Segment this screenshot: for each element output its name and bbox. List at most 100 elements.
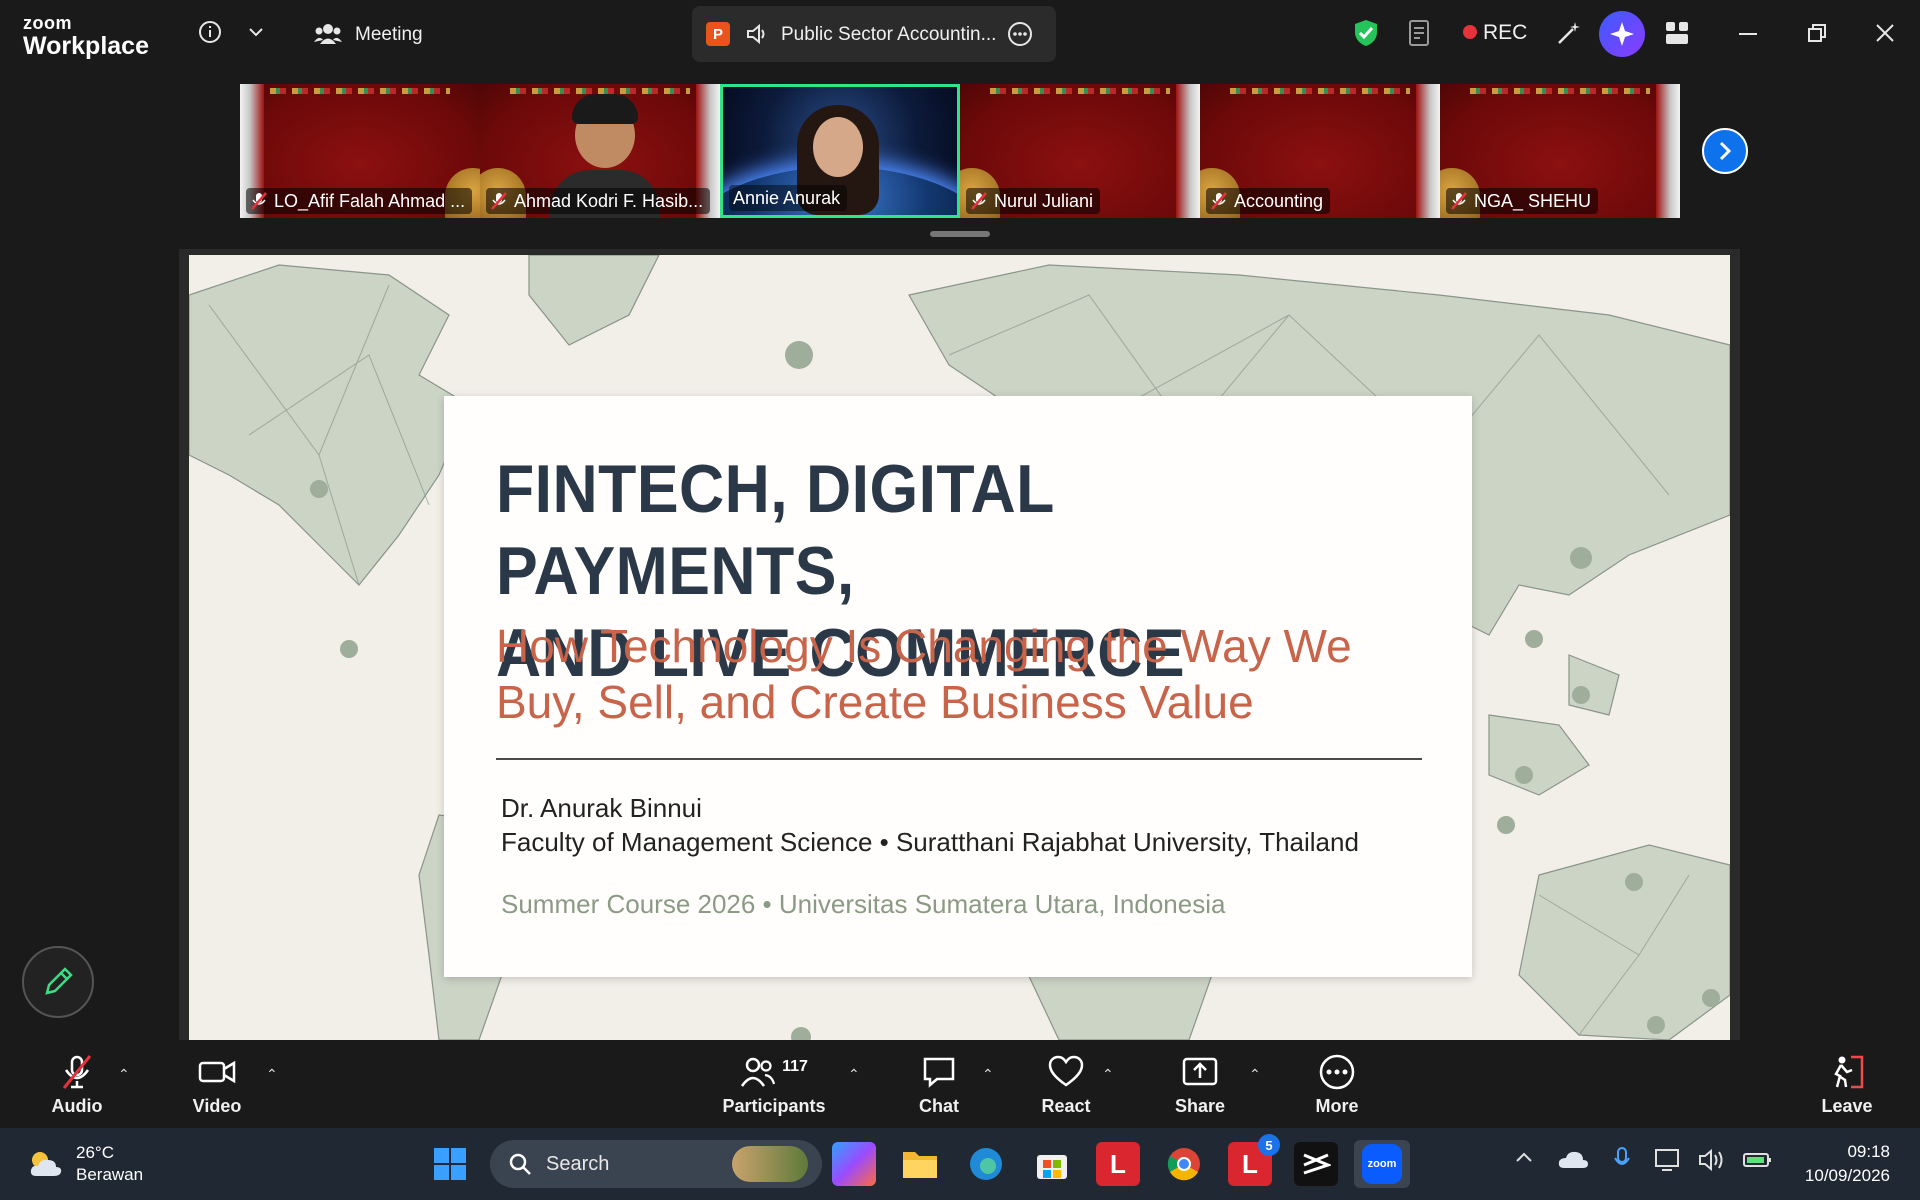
participant-face bbox=[813, 117, 863, 177]
notes-icon[interactable] bbox=[1405, 18, 1435, 48]
close-icon[interactable] bbox=[1872, 20, 1898, 46]
l-app-icon[interactable]: L bbox=[1096, 1142, 1140, 1186]
participants-options-caret-icon[interactable]: ⌃ bbox=[848, 1066, 860, 1083]
participant-name-tag: Accounting bbox=[1206, 188, 1331, 214]
shared-slide: FINTECH, DIGITAL PAYMENTS, AND LIVE COMM… bbox=[189, 255, 1730, 1040]
search-icon bbox=[509, 1153, 531, 1175]
l-app-2-icon[interactable]: L 5 bbox=[1228, 1134, 1280, 1186]
edge-browser-icon[interactable] bbox=[964, 1142, 1008, 1186]
react-label: React bbox=[1041, 1096, 1091, 1116]
share-button[interactable]: Share bbox=[1145, 1054, 1255, 1117]
react-button[interactable]: React bbox=[1011, 1054, 1121, 1117]
weather-widget[interactable]: 26°C Berawan bbox=[26, 1142, 143, 1186]
battery-icon[interactable] bbox=[1742, 1148, 1772, 1175]
slide-subtitle-line: Buy, Sell, and Create Business Value bbox=[496, 676, 1254, 728]
speaker-icon[interactable] bbox=[744, 22, 770, 46]
video-tile[interactable]: Accounting bbox=[1200, 84, 1440, 218]
network-icon[interactable] bbox=[1654, 1148, 1682, 1177]
apps-icon[interactable] bbox=[1662, 18, 1692, 48]
participant-name: LO_Afif Falah Ahmad ... bbox=[274, 190, 466, 211]
flag-bunting bbox=[1470, 88, 1650, 94]
more-button[interactable]: More bbox=[1282, 1054, 1392, 1117]
audio-options-caret-icon[interactable]: ⌃ bbox=[118, 1066, 130, 1083]
onedrive-icon[interactable] bbox=[1558, 1148, 1588, 1177]
chat-label: Chat bbox=[919, 1096, 959, 1116]
pencil-icon bbox=[45, 967, 73, 995]
author-name: Dr. Anurak Binnui bbox=[501, 793, 702, 823]
video-tile[interactable]: NGA_ SHEHU bbox=[1440, 84, 1680, 218]
clock-time: 09:18 bbox=[1847, 1142, 1890, 1161]
slide-subtitle-line: How Technology Is Changing the Way We bbox=[496, 620, 1352, 672]
chat-options-caret-icon[interactable]: ⌃ bbox=[982, 1066, 994, 1083]
mic-muted-icon bbox=[62, 1055, 92, 1089]
flag-bunting bbox=[270, 88, 450, 94]
windows-start-icon[interactable] bbox=[428, 1142, 472, 1186]
chevron-right-icon bbox=[1719, 141, 1732, 161]
participants-count: 117 bbox=[782, 1058, 808, 1075]
audio-button[interactable]: Audio bbox=[22, 1054, 132, 1117]
chrome-browser-icon[interactable] bbox=[1162, 1142, 1206, 1186]
share-title-tab[interactable]: P Public Sector Accountin... bbox=[692, 6, 1056, 62]
next-page-button[interactable] bbox=[1702, 128, 1748, 174]
participants-button[interactable]: 117 Participants bbox=[718, 1054, 830, 1117]
chevron-down-icon[interactable] bbox=[244, 20, 268, 44]
more-label: More bbox=[1315, 1096, 1359, 1116]
participant-name-tag: Annie Anurak bbox=[729, 185, 848, 211]
meeting-participants-icon[interactable] bbox=[313, 20, 343, 48]
system-clock[interactable]: 09:18 10/09/2026 bbox=[1805, 1140, 1890, 1188]
notification-badge: 5 bbox=[1258, 1134, 1280, 1156]
video-tile-active-speaker[interactable]: Annie Anurak bbox=[720, 84, 960, 218]
course-line: Summer Course 2026 • Universitas Sumater… bbox=[501, 889, 1226, 919]
chat-button[interactable]: Chat bbox=[884, 1054, 994, 1117]
slide-subtitle: How Technology Is Changing the Way We Bu… bbox=[496, 618, 1456, 730]
flag-bunting bbox=[1230, 88, 1410, 94]
participant-name: Ahmad Kodri F. Hasib... bbox=[514, 190, 704, 211]
share-options-caret-icon[interactable]: ⌃ bbox=[1249, 1066, 1261, 1083]
tray-overflow-chevron-icon[interactable] bbox=[1514, 1150, 1534, 1169]
video-tile[interactable]: Ahmad Kodri F. Hasib... bbox=[480, 84, 720, 218]
magic-wand-icon[interactable] bbox=[1554, 18, 1584, 48]
shield-check-icon[interactable] bbox=[1352, 18, 1380, 48]
info-icon[interactable] bbox=[196, 18, 224, 46]
os-taskbar: 26°C Berawan Search L L 5 zoom 09:18 10/… bbox=[0, 1128, 1920, 1200]
camera-icon bbox=[198, 1060, 236, 1084]
participant-name: Accounting bbox=[1234, 190, 1324, 211]
video-options-caret-icon[interactable]: ⌃ bbox=[266, 1066, 278, 1083]
zoom-taskbar-icon[interactable]: zoom bbox=[1354, 1140, 1410, 1188]
share-options-icon[interactable] bbox=[1006, 20, 1034, 48]
volume-icon[interactable] bbox=[1698, 1148, 1726, 1177]
curtain-decoration bbox=[1176, 84, 1200, 218]
file-explorer-icon[interactable] bbox=[898, 1142, 942, 1186]
microphone-tray-icon[interactable] bbox=[1612, 1146, 1632, 1179]
temperature: 26°C bbox=[76, 1143, 114, 1162]
meeting-label[interactable]: Meeting bbox=[355, 24, 423, 46]
react-options-caret-icon[interactable]: ⌃ bbox=[1102, 1066, 1114, 1083]
taskbar-search[interactable]: Search bbox=[490, 1140, 822, 1188]
people-icon bbox=[741, 1057, 776, 1087]
mic-muted-icon bbox=[970, 192, 988, 210]
rec-label[interactable]: REC bbox=[1483, 21, 1527, 45]
flag-bunting bbox=[990, 88, 1170, 94]
video-button[interactable]: Video bbox=[162, 1054, 272, 1117]
zoom-logo: zoom Workplace bbox=[23, 14, 149, 59]
participant-video-strip: LO_Afif Falah Ahmad ... Ahmad Kodri F. H… bbox=[240, 84, 1680, 218]
strip-resize-handle[interactable] bbox=[930, 231, 990, 237]
participant-name-tag: NGA_ SHEHU bbox=[1446, 188, 1599, 214]
powerpoint-icon: P bbox=[706, 22, 730, 46]
brand-small: zoom bbox=[23, 13, 72, 33]
leave-button[interactable]: Leave bbox=[1792, 1054, 1902, 1117]
minimize-icon[interactable] bbox=[1735, 22, 1761, 46]
title-bar: zoom Workplace Meeting P Public Sector A… bbox=[0, 0, 1920, 68]
microsoft-store-icon[interactable] bbox=[1030, 1142, 1074, 1186]
audio-label: Audio bbox=[51, 1096, 103, 1116]
video-tile[interactable]: LO_Afif Falah Ahmad ... bbox=[240, 84, 480, 218]
leave-door-icon bbox=[1834, 1055, 1864, 1089]
m365-copilot-icon[interactable] bbox=[832, 1142, 876, 1186]
capcut-icon[interactable] bbox=[1294, 1142, 1338, 1186]
zoom-app-logo: zoom bbox=[1362, 1144, 1402, 1184]
annotate-button[interactable] bbox=[22, 946, 94, 1018]
restore-icon[interactable] bbox=[1804, 20, 1830, 46]
slide-title-line: FINTECH, DIGITAL PAYMENTS, bbox=[496, 451, 1054, 609]
ai-companion-icon[interactable] bbox=[1599, 11, 1645, 57]
video-tile[interactable]: Nurul Juliani bbox=[960, 84, 1200, 218]
